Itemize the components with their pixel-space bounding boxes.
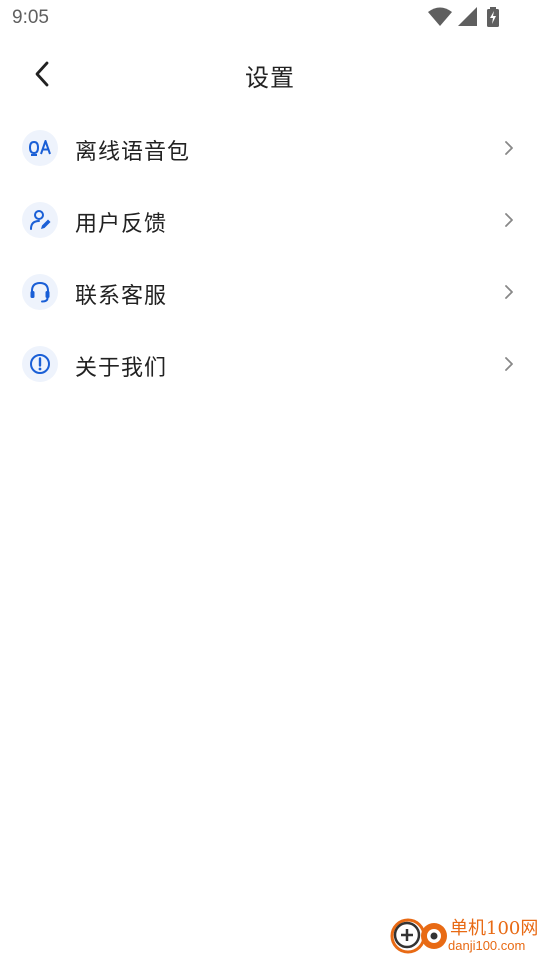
menu-item-label: 用户反馈 [75,212,168,237]
status-time: 9:05 [12,7,49,28]
cell-signal-icon [458,7,477,26]
chevron-right-icon [505,285,513,299]
settings-menu: 离线语音包 用户反馈 联系客服 关于我们 [0,112,540,400]
header: 设置 [0,40,540,108]
menu-item-about-us[interactable]: 关于我们 [0,328,540,400]
menu-item-user-feedback[interactable]: 用户反馈 [0,184,540,256]
menu-item-contact-support[interactable]: 联系客服 [0,256,540,328]
offline-voice-pack-icon [22,130,58,166]
menu-item-label: 关于我们 [75,356,168,381]
watermark-name: 单机100网 [450,918,539,939]
menu-item-label: 联系客服 [75,284,168,309]
user-feedback-icon [22,202,58,238]
menu-item-label: 离线语音包 [75,140,191,165]
watermark-logo-icon [390,918,447,954]
headset-icon [22,274,58,310]
chevron-right-icon [505,213,513,227]
chevron-right-icon [505,357,513,371]
site-watermark: 单机100网 danji100.com [380,908,540,960]
wifi-icon [428,7,452,26]
info-icon [22,346,58,382]
watermark-url: danji100.com [448,938,526,953]
chevron-right-icon [505,141,513,155]
page-title: 设置 [245,64,295,92]
battery-charging-icon [487,7,499,27]
status-bar: 9:05 [0,0,540,36]
menu-item-offline-voice-pack[interactable]: 离线语音包 [0,112,540,184]
